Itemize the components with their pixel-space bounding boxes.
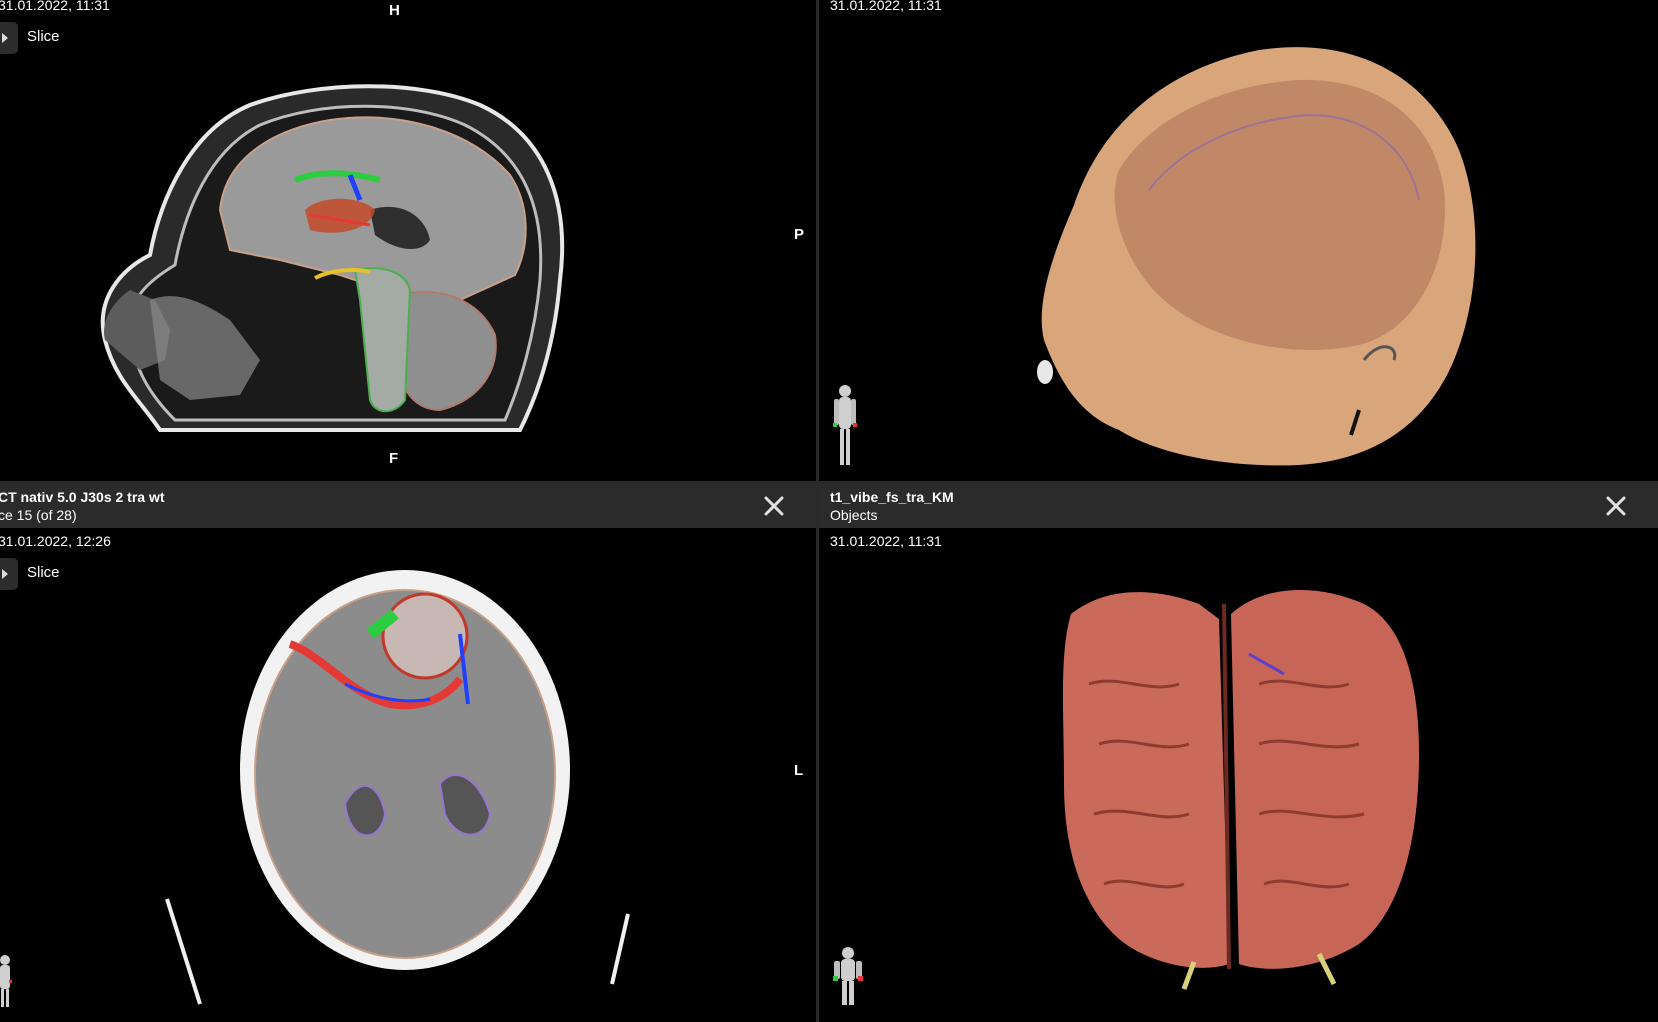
- viewport-axial-ct[interactable]: CT nativ 5.0 J30s 2 tra wt ce 15 (of 28)…: [0, 484, 816, 1022]
- axial-ct-image: [165, 570, 630, 1005]
- body-orientation-icon[interactable]: [832, 383, 858, 471]
- body-orientation-icon[interactable]: [0, 954, 14, 1008]
- viewport-3d-head[interactable]: 31.01.2022, 11:31: [819, 0, 1658, 481]
- viewport-sagittal[interactable]: 31.01.2022, 11:31 Slice H P F: [0, 0, 816, 481]
- 3d-brain-render: [1062, 590, 1419, 990]
- body-orientation-icon[interactable]: [831, 946, 865, 1006]
- sagittal-head-image: [100, 84, 565, 432]
- 3d-head-render: [1037, 47, 1476, 466]
- viewport-3d-brain[interactable]: t1_vibe_fs_tra_KM Objects 31.01.2022, 11…: [819, 484, 1658, 1022]
- eye-shape: [1037, 360, 1053, 384]
